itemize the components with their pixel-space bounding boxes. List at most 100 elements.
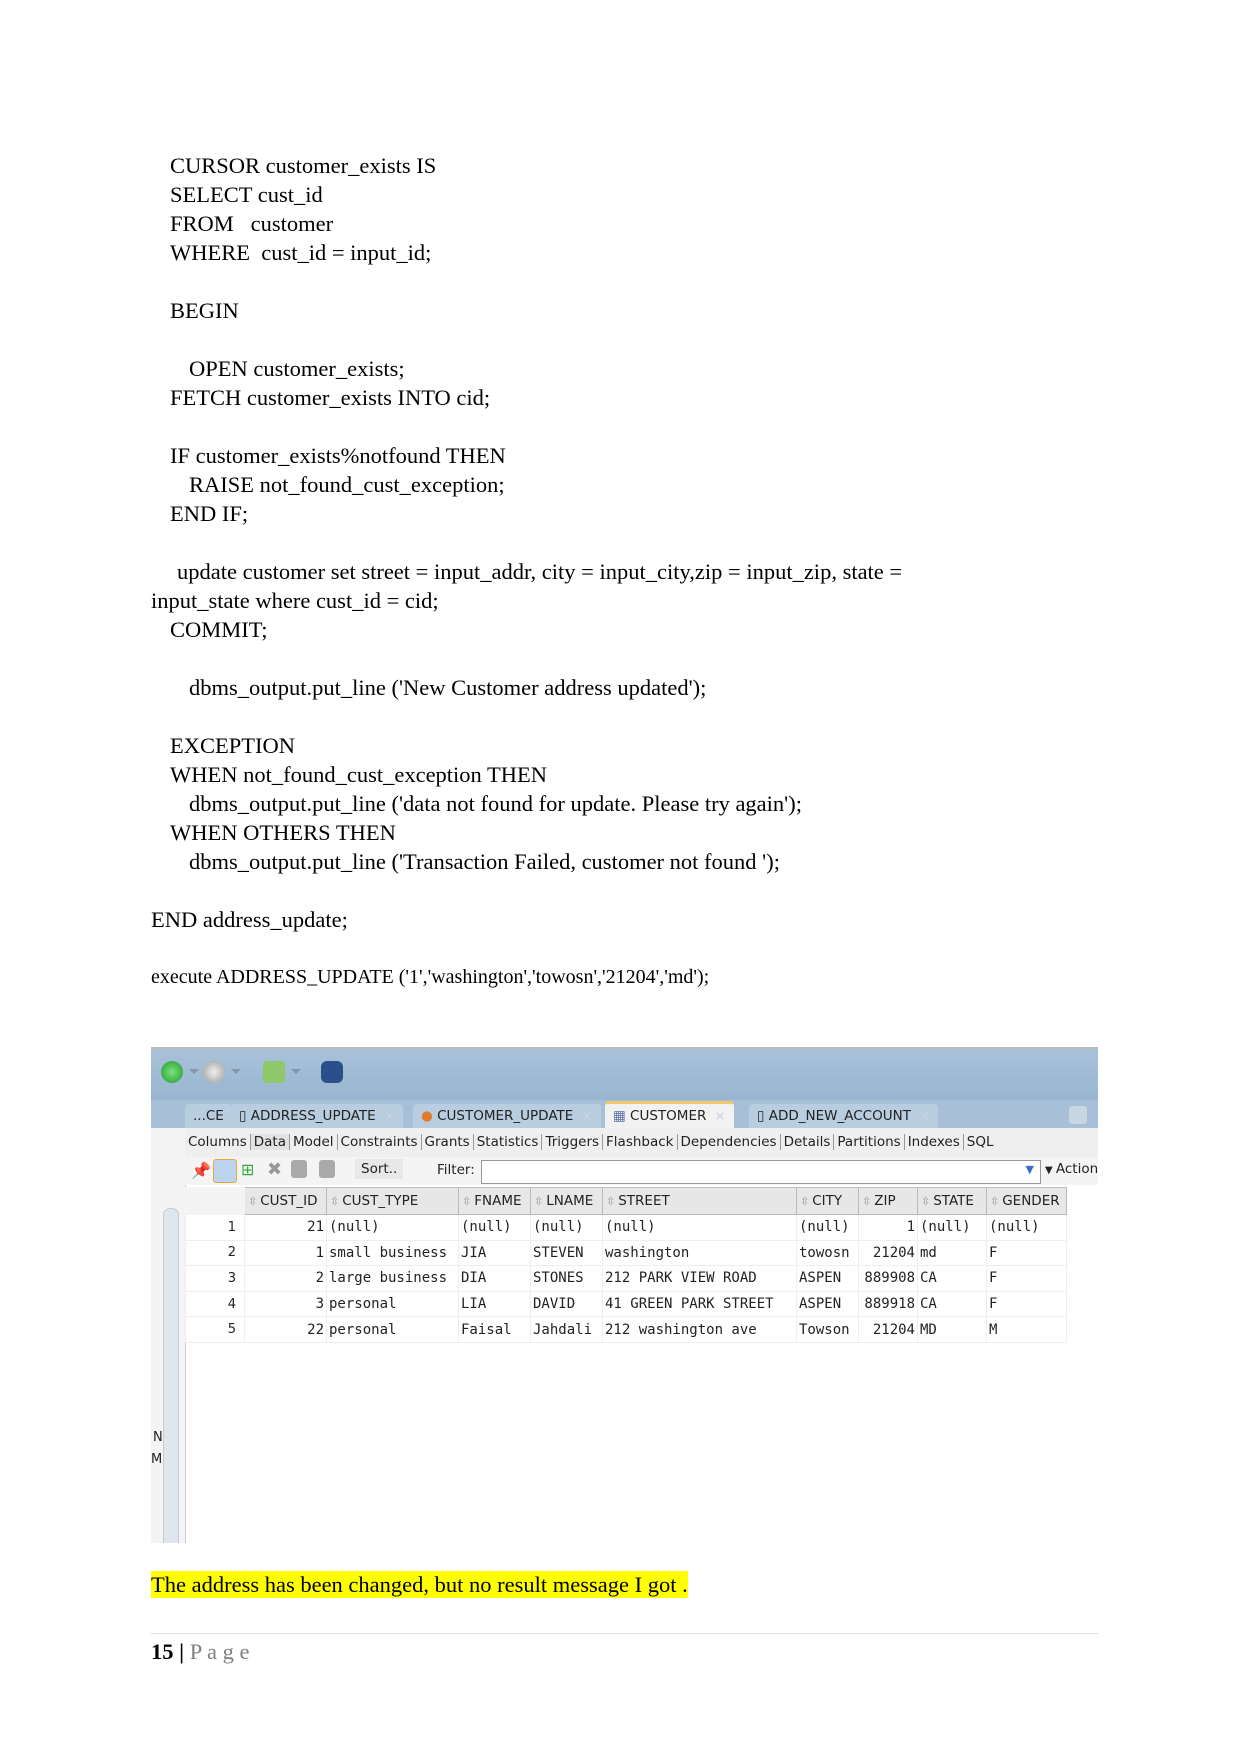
actions-button[interactable]: ▼ Action: [1045, 1161, 1098, 1177]
table-row[interactable]: 3 2 large business DIA STONES 212 PARK VIEW R…: [185, 1265, 1067, 1292]
subtab-constraints[interactable]: Constraints: [337, 1134, 422, 1150]
tab-scroll-left-icon[interactable]: [1069, 1106, 1087, 1124]
table-row[interactable]: 2 1 small business JIA STEVEN washington towos…: [185, 1239, 1067, 1267]
pin-icon[interactable]: 📌: [191, 1161, 211, 1180]
table-cell[interactable]: 22: [244, 1316, 327, 1343]
table-cell[interactable]: (null): [602, 1214, 797, 1241]
table-cell[interactable]: DAVID: [530, 1290, 603, 1318]
table-cell[interactable]: F: [986, 1290, 1067, 1318]
table-cell[interactable]: personal: [326, 1290, 459, 1318]
table-cell[interactable]: (null): [796, 1214, 859, 1241]
tab-customer[interactable]: ▦ CUSTOMER ×: [605, 1101, 734, 1128]
forward-dropdown-icon[interactable]: [231, 1069, 241, 1074]
table-cell[interactable]: LIA: [458, 1290, 531, 1318]
table-cell[interactable]: 41 GREEN PARK STREET: [602, 1290, 797, 1318]
table-cell[interactable]: F: [986, 1239, 1067, 1267]
column-header[interactable]: ⇳ CUST_ID: [244, 1187, 327, 1215]
table-cell[interactable]: small business: [326, 1239, 459, 1267]
commit-icon[interactable]: [291, 1160, 307, 1178]
table-cell[interactable]: 21: [244, 1214, 327, 1241]
table-cell[interactable]: ASPEN: [796, 1290, 859, 1318]
table-cell[interactable]: (null): [917, 1214, 987, 1241]
back-icon[interactable]: [161, 1061, 183, 1083]
table-cell[interactable]: CA: [917, 1290, 987, 1318]
close-icon[interactable]: ×: [581, 1108, 592, 1124]
subtab-triggers[interactable]: Triggers: [542, 1134, 604, 1150]
column-header[interactable]: ⇳ STATE: [917, 1187, 987, 1215]
subtab-details[interactable]: Details: [780, 1134, 835, 1150]
tab-add-new-account[interactable]: ▯ ADD_NEW_ACCOUNT ×: [749, 1104, 939, 1128]
subtab-data[interactable]: Data: [250, 1134, 290, 1150]
table-cell[interactable]: STEVEN: [530, 1239, 603, 1267]
table-cell[interactable]: 889918: [858, 1290, 918, 1318]
table-cell[interactable]: 212 PARK VIEW ROAD: [602, 1265, 797, 1292]
table-cell[interactable]: STONES: [530, 1265, 603, 1292]
table-cell[interactable]: Towson: [796, 1316, 859, 1343]
binoculars-icon[interactable]: [321, 1061, 343, 1083]
table-cell[interactable]: (null): [986, 1214, 1067, 1241]
back-dropdown-icon[interactable]: [189, 1069, 199, 1074]
sort-button[interactable]: Sort..: [355, 1159, 404, 1179]
table-cell[interactable]: Jahdali: [530, 1316, 603, 1343]
subtab-statistics[interactable]: Statistics: [473, 1134, 543, 1150]
subtab-columns[interactable]: Columns: [185, 1134, 251, 1150]
table-cell[interactable]: washington: [602, 1239, 797, 1267]
subtab-flashback[interactable]: Flashback: [603, 1134, 678, 1150]
subtab-dependencies[interactable]: Dependencies: [677, 1134, 781, 1150]
table-cell[interactable]: M: [986, 1316, 1067, 1343]
subtab-grants[interactable]: Grants: [421, 1134, 474, 1150]
table-cell[interactable]: 2: [244, 1265, 327, 1292]
table-cell[interactable]: 889908: [858, 1265, 918, 1292]
vertical-scrollbar[interactable]: [163, 1208, 179, 1543]
tab-address-update[interactable]: ▯ ADDRESS_UPDATE ×: [231, 1104, 404, 1128]
table-cell[interactable]: md: [917, 1239, 987, 1267]
table-cell[interactable]: 3: [244, 1290, 327, 1318]
table-cell[interactable]: 212 washington ave: [602, 1316, 797, 1343]
close-icon[interactable]: ×: [919, 1108, 930, 1124]
table-cell[interactable]: (null): [326, 1214, 459, 1241]
column-header[interactable]: ⇳ GENDER: [986, 1187, 1067, 1215]
subtab-indexes[interactable]: Indexes: [904, 1134, 964, 1150]
rollback-icon[interactable]: [319, 1160, 335, 1178]
table-cell[interactable]: JIA: [458, 1239, 531, 1267]
filter-dropdown-icon[interactable]: ▼: [1026, 1163, 1034, 1176]
close-icon[interactable]: ×: [384, 1108, 395, 1124]
insert-row-icon[interactable]: ⊞: [241, 1160, 254, 1179]
column-header[interactable]: ⇳ CITY: [796, 1187, 859, 1215]
refresh-icon[interactable]: [213, 1159, 237, 1183]
table-cell[interactable]: CA: [917, 1265, 987, 1292]
table-cell[interactable]: 1: [244, 1239, 327, 1267]
table-row[interactable]: 5 22 personal Faisal Jahdali 212 washington a…: [185, 1316, 1067, 1343]
column-header[interactable]: ⇳ FNAME: [458, 1187, 531, 1215]
table-cell[interactable]: F: [986, 1265, 1067, 1292]
close-icon[interactable]: ×: [714, 1108, 725, 1124]
delete-row-icon[interactable]: ✖: [267, 1159, 282, 1180]
filter-input[interactable]: ▼: [481, 1160, 1041, 1184]
table-cell[interactable]: large business: [326, 1265, 459, 1292]
table-cell[interactable]: 21204: [858, 1239, 918, 1267]
tab-overflow[interactable]: ...CE: [185, 1104, 232, 1128]
column-header[interactable]: ⇳ STREET: [602, 1187, 797, 1215]
table-cell[interactable]: DIA: [458, 1265, 531, 1292]
sql-dropdown-icon[interactable]: [291, 1069, 301, 1074]
subtab-model[interactable]: Model: [289, 1134, 338, 1150]
table-cell[interactable]: 21204: [858, 1316, 918, 1343]
column-header[interactable]: ⇳ ZIP: [858, 1187, 918, 1215]
table-cell[interactable]: (null): [458, 1214, 531, 1241]
table-cell[interactable]: personal: [326, 1316, 459, 1343]
column-header[interactable]: ⇳ LNAME: [530, 1187, 603, 1215]
table-cell[interactable]: (null): [530, 1214, 603, 1241]
subtab-partitions[interactable]: Partitions: [834, 1134, 905, 1150]
tab-customer-update[interactable]: ● CUSTOMER_UPDATE ×: [413, 1104, 601, 1128]
table-cell[interactable]: MD: [917, 1316, 987, 1343]
table-cell[interactable]: Faisal: [458, 1316, 531, 1343]
table-row[interactable]: 1 21 (null) (null) (null) (null) (null) 1 (null)…: [185, 1214, 1067, 1241]
table-cell[interactable]: towosn: [796, 1239, 859, 1267]
table-cell[interactable]: ASPEN: [796, 1265, 859, 1292]
forward-icon[interactable]: [203, 1061, 225, 1083]
sql-worksheet-icon[interactable]: [263, 1061, 285, 1083]
table-row[interactable]: 4 3 personal LIA DAVID 41 GREEN PARK STREET AS…: [185, 1290, 1067, 1318]
table-cell[interactable]: 1: [858, 1214, 918, 1241]
column-header[interactable]: ⇳ CUST_TYPE: [326, 1187, 459, 1215]
subtab-sql[interactable]: SQL: [964, 1134, 997, 1150]
